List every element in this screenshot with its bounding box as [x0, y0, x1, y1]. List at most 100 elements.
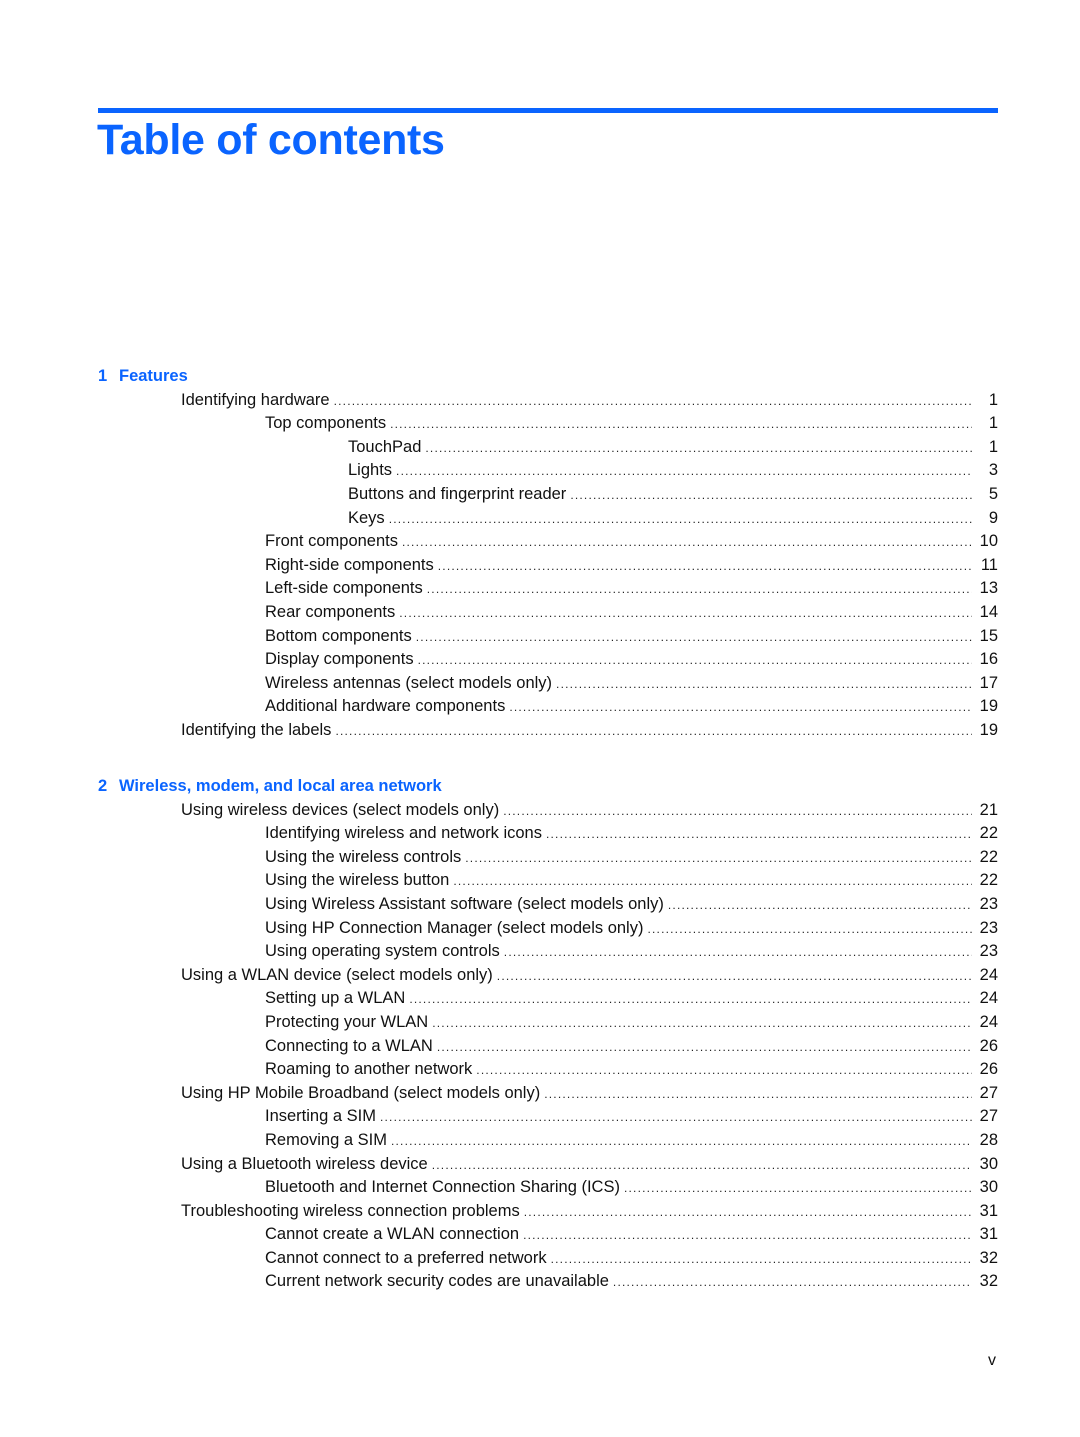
toc-entry[interactable]: Front components 10 [98, 530, 998, 554]
toc-entry-page: 32 [979, 1248, 998, 1267]
chapter-number: 2 [98, 777, 108, 795]
toc-entry[interactable]: Identifying wireless and network icons 22 [98, 822, 998, 846]
toc-entry[interactable]: Setting up a WLAN 24 [98, 987, 998, 1011]
toc-entry[interactable]: Top components 1 [98, 412, 998, 436]
toc-entry-page: 26 [979, 1036, 998, 1055]
chapter-heading[interactable]: 2 Wireless, modem, and local area network [98, 775, 998, 799]
toc-entry[interactable]: Cannot create a WLAN connection 31 [98, 1223, 998, 1247]
chapter-number: 1 [98, 367, 108, 385]
toc-entry[interactable]: Identifying the labels 19 [98, 719, 998, 743]
toc-entry[interactable]: Using Wireless Assistant software (selec… [98, 893, 998, 917]
toc-entry-label: Identifying wireless and network icons [265, 824, 542, 843]
dot-leader [556, 673, 972, 697]
toc-entry-label: Setting up a WLAN [265, 989, 406, 1008]
dot-leader [418, 649, 972, 673]
toc-entry[interactable]: Buttons and fingerprint reader 5 [98, 483, 998, 507]
toc-entry-page: 5 [988, 484, 998, 503]
toc-entry[interactable]: Using the wireless controls 22 [98, 846, 998, 870]
dot-leader [399, 602, 972, 626]
toc-entry-label: TouchPad [348, 437, 422, 456]
dot-leader [334, 390, 972, 414]
dot-leader [544, 1083, 972, 1107]
toc-entry-page: 3 [988, 461, 998, 480]
toc-entry[interactable]: Troubleshooting wireless connection prob… [98, 1200, 998, 1224]
toc-entry[interactable]: Protecting your WLAN 24 [98, 1011, 998, 1035]
dot-leader [476, 1059, 972, 1083]
toc-entry[interactable]: Using HP Mobile Broadband (select models… [98, 1082, 998, 1106]
dot-leader [402, 531, 972, 555]
toc-entry[interactable]: Additional hardware components 19 [98, 695, 998, 719]
toc-entry-label: Front components [265, 532, 398, 551]
dot-leader [504, 941, 972, 965]
toc-entry-page: 23 [979, 894, 998, 913]
toc-entry-label: Display components [265, 650, 414, 669]
dot-leader [551, 1248, 972, 1272]
dot-leader [613, 1271, 972, 1295]
toc-entry[interactable]: Roaming to another network 26 [98, 1058, 998, 1082]
toc-entry-page: 24 [979, 989, 998, 1008]
dot-leader [409, 988, 972, 1012]
toc-entry-page: 1 [988, 437, 998, 456]
toc-entry[interactable]: Current network security codes are unava… [98, 1270, 998, 1294]
toc-entry[interactable]: Identifying hardware 1 [98, 389, 998, 413]
dot-leader [432, 1154, 972, 1178]
toc-entry[interactable]: Using a Bluetooth wireless device 30 [98, 1153, 998, 1177]
toc-entry[interactable]: Display components 16 [98, 648, 998, 672]
toc-entry[interactable]: Inserting a SIM 27 [98, 1105, 998, 1129]
toc-entry[interactable]: Using wireless devices (select models on… [98, 799, 998, 823]
dot-leader [647, 918, 972, 942]
dot-leader [624, 1177, 972, 1201]
toc-entry[interactable]: Removing a SIM 28 [98, 1129, 998, 1153]
toc-entry-page: 1 [988, 414, 998, 433]
dot-leader [437, 1036, 972, 1060]
toc-entry-page: 26 [979, 1060, 998, 1079]
toc-entry[interactable]: Keys 9 [98, 507, 998, 531]
toc-entry-label: Using Wireless Assistant software (selec… [265, 894, 664, 913]
toc-entry-label: Keys [348, 508, 385, 527]
toc-entry[interactable]: Using the wireless button 22 [98, 869, 998, 893]
toc-entry-label: Rear components [265, 602, 396, 621]
chapter-title: Wireless, modem, and local area network [119, 777, 442, 795]
toc-entry[interactable]: Right-side components 11 [98, 554, 998, 578]
dot-leader [523, 1224, 972, 1248]
toc-entry[interactable]: TouchPad 1 [98, 436, 998, 460]
dot-leader [335, 720, 972, 744]
toc-entry-page: 1 [988, 390, 998, 409]
toc-entry-page: 30 [979, 1178, 998, 1197]
chapter-heading[interactable]: 1 Features [98, 365, 998, 389]
dot-leader [438, 555, 972, 579]
toc-entry-page: 24 [979, 965, 998, 984]
toc-entry-label: Top components [265, 414, 387, 433]
toc-entry-page: 27 [979, 1107, 998, 1126]
toc-entry[interactable]: Using operating system controls 23 [98, 940, 998, 964]
toc-entry-label: Cannot create a WLAN connection [265, 1225, 520, 1244]
toc-entry-label: Additional hardware components [265, 697, 506, 716]
toc-entry-page: 27 [979, 1083, 998, 1102]
toc-entry[interactable]: Bottom components 15 [98, 625, 998, 649]
toc-entry-label: Roaming to another network [265, 1060, 473, 1079]
toc-entry[interactable]: Using HP Connection Manager (select mode… [98, 917, 998, 941]
toc-entry[interactable]: Rear components 14 [98, 601, 998, 625]
dot-leader [396, 460, 972, 484]
toc-entry[interactable]: Using a WLAN device (select models only)… [98, 964, 998, 988]
toc-entry-label: Using wireless devices (select models on… [181, 800, 500, 819]
toc-entry-page: 32 [979, 1272, 998, 1291]
dot-leader [390, 413, 972, 437]
toc-entry[interactable]: Cannot connect to a preferred network 32 [98, 1247, 998, 1271]
toc-entry-page: 21 [979, 800, 998, 819]
toc-entry[interactable]: Connecting to a WLAN 26 [98, 1035, 998, 1059]
toc-entry-label: Identifying hardware [181, 390, 330, 409]
toc-entry-page: 17 [979, 673, 998, 692]
toc-entry[interactable]: Lights 3 [98, 459, 998, 483]
dot-leader [391, 1130, 972, 1154]
toc-entry-page: 24 [979, 1012, 998, 1031]
toc-entry[interactable]: Left-side components 13 [98, 577, 998, 601]
toc-entry[interactable]: Wireless antennas (select models only) 17 [98, 672, 998, 696]
toc-entry-page: 31 [979, 1225, 998, 1244]
dot-leader [497, 965, 972, 989]
dot-leader [389, 508, 972, 532]
toc-entry[interactable]: Bluetooth and Internet Connection Sharin… [98, 1176, 998, 1200]
toc-entry-page: 23 [979, 942, 998, 961]
dot-leader [509, 696, 972, 720]
toc-entry-label: Buttons and fingerprint reader [348, 484, 567, 503]
